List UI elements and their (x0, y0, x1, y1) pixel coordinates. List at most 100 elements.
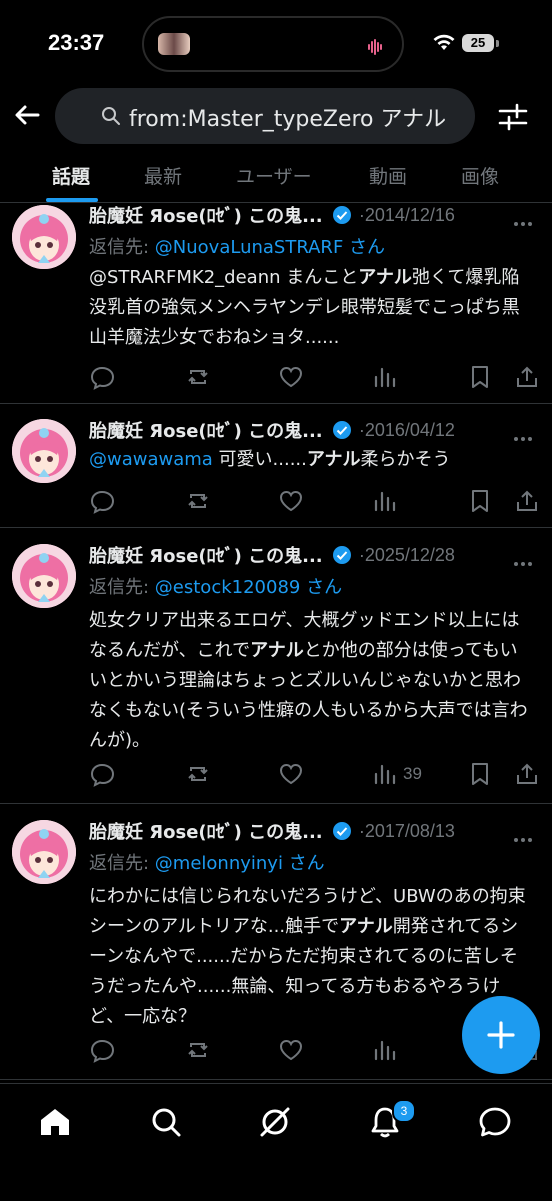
post-header: 胎魔妊 Яose(ﾛｾﾞ) この鬼... ·2014/12/16 (89, 203, 455, 230)
reply-handle[interactable]: @NuovaLunaSTRARF (155, 237, 344, 258)
repost-button[interactable] (185, 487, 211, 515)
views-button[interactable]: 39 (371, 760, 422, 788)
verified-badge-icon (332, 822, 351, 840)
reply-to: 返信先: @estock120089 さん (89, 573, 342, 599)
bookmark-button[interactable] (467, 487, 493, 515)
compose-button[interactable] (462, 996, 540, 1074)
post-date-value: 2014/12/16 (364, 204, 455, 225)
author-name[interactable]: 胎魔妊 Яose(ﾛｾﾞ) この鬼... (89, 546, 323, 567)
now-playing-thumbnail (158, 33, 190, 55)
share-icon (517, 366, 537, 387)
views-icon (374, 367, 396, 388)
more-icon[interactable] (514, 551, 538, 566)
active-tab-indicator (46, 198, 98, 202)
share-button[interactable] (514, 487, 540, 515)
tab-top[interactable]: 話題 (52, 162, 90, 189)
tab-users[interactable]: ユーザー (236, 162, 312, 189)
author-name[interactable]: 胎魔妊 Яose(ﾛｾﾞ) この鬼... (89, 822, 323, 843)
reply-button[interactable] (89, 1036, 115, 1064)
reply-to: 返信先: @NuovaLunaSTRARF さん (89, 233, 385, 259)
repost-button[interactable] (185, 760, 211, 788)
bottom-navigation: 3 (0, 1083, 552, 1201)
heart-icon (279, 1039, 303, 1061)
post-header: 胎魔妊 Яose(ﾛｾﾞ) この鬼... ·2025/12/28 (89, 542, 455, 570)
home-icon[interactable] (37, 1104, 73, 1140)
share-button[interactable] (514, 760, 540, 788)
heart-button[interactable] (278, 760, 304, 788)
reply-prefix: 返信先: (89, 853, 155, 874)
views-button[interactable] (371, 487, 397, 515)
arrow-left-icon[interactable] (10, 98, 44, 132)
reply-handle[interactable]: @melonnyinyi (155, 853, 283, 874)
sliders-icon[interactable] (496, 100, 530, 134)
more-icon[interactable] (514, 827, 538, 842)
search-keyword-highlight: アナル (358, 267, 412, 288)
repost-icon (188, 1043, 208, 1057)
reply-button[interactable] (89, 760, 115, 788)
search-header: from:Master_typeZero アナル (0, 88, 552, 146)
avatar[interactable] (12, 419, 76, 483)
post-item[interactable]: 胎魔妊 Яose(ﾛｾﾞ) この鬼... ·2014/12/16 返信先: @N… (0, 203, 552, 404)
repost-button[interactable] (185, 363, 211, 391)
tab-images[interactable]: 画像 (461, 162, 499, 189)
post-date-value: 2025/12/28 (364, 544, 455, 565)
post-text-part: 可愛い...... (212, 449, 307, 470)
author-name[interactable]: 胎魔妊 Яose(ﾛｾﾞ) この鬼... (89, 206, 323, 227)
post-date: ·2017/08/13 (358, 820, 455, 841)
mention-link[interactable]: @wawawama (89, 449, 213, 470)
heart-button[interactable] (278, 1036, 304, 1064)
dynamic-island[interactable] (142, 16, 404, 72)
post-item[interactable]: 胎魔妊 Яose(ﾛｾﾞ) この鬼... ·2025/12/28 返信先: @e… (0, 528, 552, 804)
audio-wave-icon (368, 36, 386, 55)
bookmark-button[interactable] (467, 760, 493, 788)
views-icon (374, 764, 396, 785)
bookmark-button[interactable] (467, 363, 493, 391)
repost-button[interactable] (185, 1036, 211, 1064)
more-icon[interactable] (514, 211, 538, 226)
battery-tip (496, 40, 499, 47)
verified-badge-icon (332, 206, 351, 224)
post-item[interactable]: 胎魔妊 Яose(ﾛｾﾞ) この鬼... ·2016/04/12 @wawawa… (0, 403, 552, 528)
heart-button[interactable] (278, 487, 304, 515)
reply-handle[interactable]: @estock120089 (155, 577, 301, 598)
wifi-icon (433, 34, 455, 50)
author-name[interactable]: 胎魔妊 Яose(ﾛｾﾞ) この鬼... (89, 421, 323, 442)
messages-icon[interactable] (477, 1104, 513, 1140)
tab-latest[interactable]: 最新 (144, 162, 182, 189)
views-count: 39 (403, 764, 422, 783)
repost-icon (188, 767, 208, 781)
reply-suffix: さん (343, 237, 386, 258)
notification-badge: 3 (392, 1099, 416, 1123)
post-actions (89, 363, 541, 391)
reply-icon (90, 490, 115, 514)
avatar[interactable] (12, 544, 76, 608)
views-button[interactable] (371, 363, 397, 391)
share-button[interactable] (514, 363, 540, 391)
search-input[interactable]: from:Master_typeZero アナル (55, 88, 475, 144)
avatar-image (12, 205, 76, 269)
heart-button[interactable] (278, 363, 304, 391)
post-actions (89, 487, 541, 515)
status-time: 23:37 (48, 30, 105, 55)
tab-videos[interactable]: 動画 (369, 162, 407, 189)
plus-icon (487, 1021, 515, 1049)
views-button[interactable] (371, 1036, 397, 1064)
search-keyword-highlight: アナル (306, 449, 361, 470)
avatar[interactable] (12, 820, 76, 884)
reply-icon (90, 763, 115, 787)
grok-icon[interactable] (257, 1104, 293, 1140)
search-results-feed[interactable]: 胎魔妊 Яose(ﾛｾﾞ) この鬼... ·2014/12/16 返信先: @N… (0, 203, 552, 1083)
views-icon (374, 1040, 396, 1061)
post-text-part: @STRARFMK2_deann まんこと (89, 267, 359, 288)
post-date-value: 2017/08/13 (364, 820, 455, 841)
search-icon[interactable] (148, 1104, 184, 1140)
avatar[interactable] (12, 205, 76, 269)
post-actions: 39 (89, 760, 541, 788)
post-header: 胎魔妊 Яose(ﾛｾﾞ) この鬼... ·2017/08/13 (89, 818, 455, 846)
more-icon[interactable] (514, 426, 538, 441)
reply-button[interactable] (89, 487, 115, 515)
reply-button[interactable] (89, 363, 115, 391)
avatar-image (12, 820, 76, 884)
post-text: 処女クリア出来るエロゲ、大概グッドエンド以上にはなるんだが、これでアナルとか他の… (89, 606, 529, 756)
verified-badge-icon (332, 421, 351, 439)
